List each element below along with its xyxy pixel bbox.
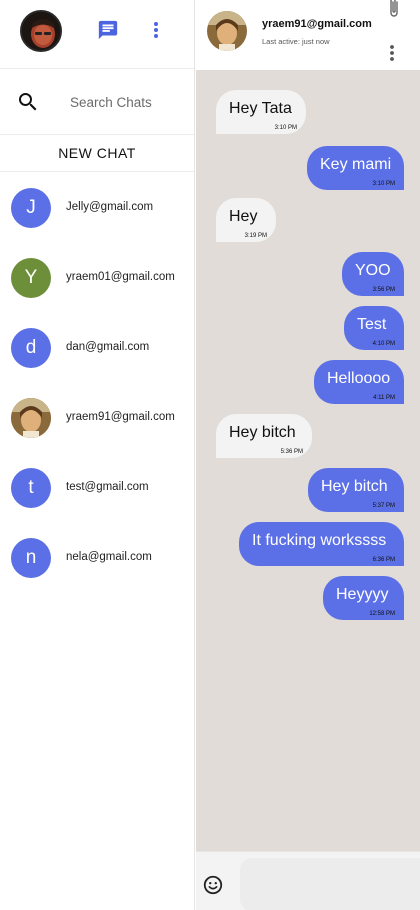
search-input[interactable] (70, 91, 185, 113)
outgoing-message[interactable]: YOO 3:56 PM (342, 252, 404, 296)
chat-list-item[interactable]: d dan@gmail.com (0, 312, 194, 382)
chat-list-item[interactable]: Yyraem01@gmail.com (0, 242, 194, 312)
message-timestamp: 6:36 PM (372, 557, 395, 563)
message-timestamp: 3:10 PM (372, 181, 395, 187)
message-timestamp: 5:37 PM (372, 503, 395, 509)
paperclip-icon[interactable] (386, 0, 402, 20)
outgoing-message[interactable]: Test 4:10 PM (344, 306, 404, 350)
outgoing-message[interactable]: Key mami 3:10 PM (307, 146, 404, 190)
contact-avatar: Y (11, 258, 51, 298)
chat-list-item[interactable]: n nela@gmail.com (0, 522, 194, 592)
chat-list-item[interactable]: yraem91@gmail.com (0, 382, 194, 452)
contact-avatar[interactable] (207, 11, 247, 51)
contact-avatar: J (11, 188, 51, 228)
contact-initial: Y (24, 267, 38, 288)
incoming-message[interactable]: Hey bitch 5:36 PM (216, 414, 312, 458)
contact-avatar: t (11, 468, 51, 508)
message-text: Hey (229, 208, 258, 225)
message-text: Hey bitch (321, 478, 388, 495)
chat-bubble-icon[interactable] (97, 19, 119, 41)
chat-title: yraem91@gmail.com (262, 18, 372, 30)
message-input[interactable] (240, 858, 420, 910)
message-timestamp: 3:56 PM (372, 287, 395, 293)
more-vert-icon[interactable] (146, 19, 166, 41)
message-text: YOO (355, 262, 391, 279)
emoji-icon[interactable] (202, 874, 224, 896)
outgoing-message[interactable]: Heyyyy 12:58 PM (323, 576, 404, 620)
contact-avatar: d (11, 328, 51, 368)
message-list: Hey Tata 3:10 PM Key mami 3:10 PM Hey 3:19 PM… (196, 70, 420, 851)
sidebar: NEW CHAT J Jelly@gmail.com Yyraem01@gmail.… (0, 0, 195, 910)
contact-avatar: n (11, 538, 51, 578)
contact-initial: n (25, 547, 37, 568)
outgoing-message[interactable]: It fucking workssss 6:36 PM (239, 522, 404, 566)
incoming-message[interactable]: Hey Tata 3:10 PM (216, 90, 306, 134)
message-timestamp: 5:36 PM (280, 449, 303, 455)
message-timestamp: 4:11 PM (373, 395, 395, 401)
contact-initial: J (26, 197, 36, 218)
last-active-status: Last active: just now (262, 37, 330, 46)
contact-email: nela@gmail.com (66, 551, 152, 563)
search-bar (0, 69, 194, 135)
message-timestamp: 12:58 PM (369, 611, 395, 617)
message-timestamp: 3:10 PM (274, 125, 297, 131)
contact-initial: t (28, 477, 34, 498)
contact-email: Jelly@gmail.com (66, 201, 154, 213)
message-timestamp: 3:19 PM (244, 233, 267, 239)
chat-list: J Jelly@gmail.com Yyraem01@gmail.com d dan@g… (0, 172, 194, 592)
sidebar-header (0, 0, 194, 69)
chat-panel: yraem91@gmail.com Last active: just now … (196, 0, 420, 910)
outgoing-message[interactable]: Hey bitch 5:37 PM (308, 468, 404, 512)
contact-email: yraem01@gmail.com (66, 271, 175, 283)
contact-email: test@gmail.com (66, 481, 149, 493)
chat-list-item[interactable]: t test@gmail.com (0, 452, 194, 522)
message-text: It fucking workssss (252, 532, 387, 549)
chat-header: yraem91@gmail.com Last active: just now (196, 0, 420, 69)
search-icon (16, 90, 40, 114)
message-text: Hey Tata (229, 100, 292, 117)
message-text: Key mami (320, 156, 392, 173)
contact-email: yraem91@gmail.com (66, 411, 175, 423)
user-avatar[interactable] (20, 10, 62, 52)
more-vert-icon[interactable] (386, 43, 398, 63)
message-text: Helloooo (327, 370, 391, 387)
incoming-message[interactable]: Hey 3:19 PM (216, 198, 276, 242)
message-composer (196, 851, 420, 910)
chat-list-item[interactable]: J Jelly@gmail.com (0, 172, 194, 242)
contact-initial: d (25, 337, 37, 358)
new-chat-button[interactable]: NEW CHAT (0, 135, 194, 172)
message-timestamp: 4:10 PM (372, 341, 395, 347)
outgoing-message[interactable]: Helloooo 4:11 PM (314, 360, 404, 404)
message-text: Test (357, 316, 387, 333)
message-text: Heyyyy (336, 586, 389, 603)
contact-email: dan@gmail.com (66, 341, 150, 353)
message-text: Hey bitch (229, 424, 296, 441)
contact-avatar (11, 398, 51, 438)
